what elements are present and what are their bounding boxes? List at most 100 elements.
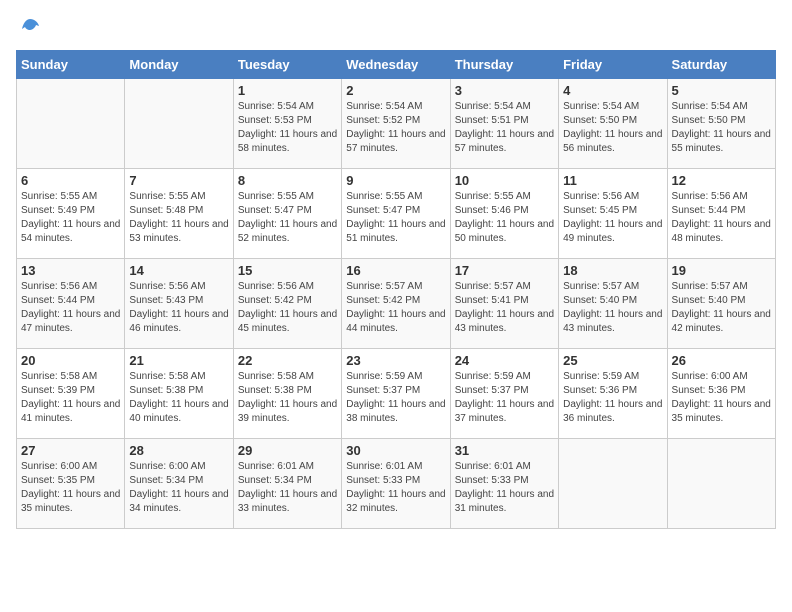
calendar-cell: 5 Sunrise: 5:54 AMSunset: 5:50 PMDaylight… bbox=[667, 79, 775, 169]
calendar-cell: 24 Sunrise: 5:59 AMSunset: 5:37 PMDayligh… bbox=[450, 349, 558, 439]
day-number: 17 bbox=[455, 263, 554, 278]
calendar-cell: 30 Sunrise: 6:01 AMSunset: 5:33 PMDayligh… bbox=[342, 439, 450, 529]
day-info: Sunrise: 5:59 AMSunset: 5:37 PMDaylight:… bbox=[346, 370, 445, 426]
day-info: Sunrise: 5:55 AMSunset: 5:47 PMDaylight:… bbox=[238, 190, 337, 246]
calendar-cell: 22Sunrise: 5:58 AMSunset: 5:38 PMDayligh… bbox=[233, 349, 341, 439]
day-number: 10 bbox=[455, 173, 554, 188]
day-number: 4 bbox=[563, 83, 662, 98]
calendar-cell: 13 Sunrise: 5:56 AMSunset: 5:44 PMDayligh… bbox=[17, 259, 125, 349]
day-number: 13 bbox=[21, 263, 120, 278]
day-info: Sunrise: 5:54 AMSunset: 5:52 PMDaylight:… bbox=[346, 100, 445, 156]
calendar-cell: 4 Sunrise: 5:54 AMSunset: 5:50 PMDaylight… bbox=[559, 79, 667, 169]
day-number: 21 bbox=[129, 353, 228, 368]
calendar-cell: 17 Sunrise: 5:57 AMSunset: 5:41 PMDayligh… bbox=[450, 259, 558, 349]
day-number: 11 bbox=[563, 173, 662, 188]
day-info: Sunrise: 5:54 AMSunset: 5:50 PMDaylight:… bbox=[563, 100, 662, 156]
calendar-table: SundayMondayTuesdayWednesdayThursdayFrid… bbox=[16, 50, 776, 529]
day-info: Sunrise: 5:54 AMSunset: 5:53 PMDaylight:… bbox=[238, 100, 337, 156]
day-number: 5 bbox=[672, 83, 771, 98]
day-number: 25 bbox=[563, 353, 662, 368]
header-day-friday: Friday bbox=[559, 51, 667, 79]
day-info: Sunrise: 5:54 AMSunset: 5:50 PMDaylight:… bbox=[672, 100, 771, 156]
calendar-week-2: 13 Sunrise: 5:56 AMSunset: 5:44 PMDayligh… bbox=[17, 259, 776, 349]
calendar-cell: 12 Sunrise: 5:56 AMSunset: 5:44 PMDayligh… bbox=[667, 169, 775, 259]
calendar-cell: 26 Sunrise: 6:00 AMSunset: 5:36 PMDayligh… bbox=[667, 349, 775, 439]
calendar-cell: 6Sunrise: 5:55 AMSunset: 5:49 PMDaylight… bbox=[17, 169, 125, 259]
day-number: 24 bbox=[455, 353, 554, 368]
logo-text bbox=[16, 16, 42, 40]
day-info: Sunrise: 6:00 AMSunset: 5:35 PMDaylight:… bbox=[21, 460, 120, 516]
day-info: Sunrise: 6:01 AMSunset: 5:33 PMDaylight:… bbox=[346, 460, 445, 516]
day-number: 27 bbox=[21, 443, 120, 458]
calendar-week-0: 1 Sunrise: 5:54 AMSunset: 5:53 PMDaylight… bbox=[17, 79, 776, 169]
day-number: 19 bbox=[672, 263, 771, 278]
day-number: 9 bbox=[346, 173, 445, 188]
day-info: Sunrise: 5:56 AMSunset: 5:44 PMDaylight:… bbox=[21, 280, 120, 336]
day-info: Sunrise: 5:54 AMSunset: 5:51 PMDaylight:… bbox=[455, 100, 554, 156]
calendar-cell: 10 Sunrise: 5:55 AMSunset: 5:46 PMDayligh… bbox=[450, 169, 558, 259]
day-number: 31 bbox=[455, 443, 554, 458]
day-info: Sunrise: 5:57 AMSunset: 5:41 PMDaylight:… bbox=[455, 280, 554, 336]
day-number: 16 bbox=[346, 263, 445, 278]
header-day-tuesday: Tuesday bbox=[233, 51, 341, 79]
calendar-cell: 7 Sunrise: 5:55 AMSunset: 5:48 PMDaylight… bbox=[125, 169, 233, 259]
day-info: Sunrise: 5:56 AMSunset: 5:45 PMDaylight:… bbox=[563, 190, 662, 246]
day-info: Sunrise: 5:55 AMSunset: 5:46 PMDaylight:… bbox=[455, 190, 554, 246]
calendar-cell: 20Sunrise: 5:58 AMSunset: 5:39 PMDayligh… bbox=[17, 349, 125, 439]
calendar-cell: 11 Sunrise: 5:56 AMSunset: 5:45 PMDayligh… bbox=[559, 169, 667, 259]
calendar-cell: 15Sunrise: 5:56 AMSunset: 5:42 PMDayligh… bbox=[233, 259, 341, 349]
day-info: Sunrise: 5:57 AMSunset: 5:40 PMDaylight:… bbox=[672, 280, 771, 336]
day-info: Sunrise: 5:56 AMSunset: 5:44 PMDaylight:… bbox=[672, 190, 771, 246]
calendar-cell: 8 Sunrise: 5:55 AMSunset: 5:47 PMDaylight… bbox=[233, 169, 341, 259]
header-day-thursday: Thursday bbox=[450, 51, 558, 79]
calendar-cell: 16 Sunrise: 5:57 AMSunset: 5:42 PMDayligh… bbox=[342, 259, 450, 349]
day-number: 29 bbox=[238, 443, 337, 458]
day-number: 26 bbox=[672, 353, 771, 368]
logo-bird-icon bbox=[18, 16, 42, 40]
calendar-cell: 1 Sunrise: 5:54 AMSunset: 5:53 PMDaylight… bbox=[233, 79, 341, 169]
day-number: 20 bbox=[21, 353, 120, 368]
calendar-week-1: 6Sunrise: 5:55 AMSunset: 5:49 PMDaylight… bbox=[17, 169, 776, 259]
calendar-cell: 14 Sunrise: 5:56 AMSunset: 5:43 PMDayligh… bbox=[125, 259, 233, 349]
calendar-cell: 3 Sunrise: 5:54 AMSunset: 5:51 PMDaylight… bbox=[450, 79, 558, 169]
calendar-cell bbox=[125, 79, 233, 169]
day-info: Sunrise: 5:56 AMSunset: 5:42 PMDaylight:… bbox=[238, 280, 337, 336]
calendar-cell: 18Sunrise: 5:57 AMSunset: 5:40 PMDayligh… bbox=[559, 259, 667, 349]
day-info: Sunrise: 6:00 AMSunset: 5:34 PMDaylight:… bbox=[129, 460, 228, 516]
calendar-body: 1 Sunrise: 5:54 AMSunset: 5:53 PMDaylight… bbox=[17, 79, 776, 529]
calendar-cell: 25Sunrise: 5:59 AMSunset: 5:36 PMDayligh… bbox=[559, 349, 667, 439]
calendar-cell bbox=[667, 439, 775, 529]
calendar-cell bbox=[559, 439, 667, 529]
day-info: Sunrise: 5:57 AMSunset: 5:42 PMDaylight:… bbox=[346, 280, 445, 336]
day-number: 8 bbox=[238, 173, 337, 188]
day-info: Sunrise: 5:58 AMSunset: 5:38 PMDaylight:… bbox=[238, 370, 337, 426]
day-info: Sunrise: 5:57 AMSunset: 5:40 PMDaylight:… bbox=[563, 280, 662, 336]
calendar-cell: 28 Sunrise: 6:00 AMSunset: 5:34 PMDayligh… bbox=[125, 439, 233, 529]
calendar-header-row: SundayMondayTuesdayWednesdayThursdayFrid… bbox=[17, 51, 776, 79]
day-number: 14 bbox=[129, 263, 228, 278]
calendar-cell: 23 Sunrise: 5:59 AMSunset: 5:37 PMDayligh… bbox=[342, 349, 450, 439]
calendar-cell: 19 Sunrise: 5:57 AMSunset: 5:40 PMDayligh… bbox=[667, 259, 775, 349]
day-info: Sunrise: 5:59 AMSunset: 5:37 PMDaylight:… bbox=[455, 370, 554, 426]
day-number: 12 bbox=[672, 173, 771, 188]
day-number: 3 bbox=[455, 83, 554, 98]
logo bbox=[16, 16, 42, 40]
day-info: Sunrise: 5:58 AMSunset: 5:38 PMDaylight:… bbox=[129, 370, 228, 426]
calendar-week-3: 20Sunrise: 5:58 AMSunset: 5:39 PMDayligh… bbox=[17, 349, 776, 439]
calendar-week-4: 27 Sunrise: 6:00 AMSunset: 5:35 PMDayligh… bbox=[17, 439, 776, 529]
day-number: 30 bbox=[346, 443, 445, 458]
day-number: 1 bbox=[238, 83, 337, 98]
calendar-cell: 2Sunrise: 5:54 AMSunset: 5:52 PMDaylight… bbox=[342, 79, 450, 169]
day-info: Sunrise: 5:55 AMSunset: 5:48 PMDaylight:… bbox=[129, 190, 228, 246]
day-info: Sunrise: 5:56 AMSunset: 5:43 PMDaylight:… bbox=[129, 280, 228, 336]
day-info: Sunrise: 6:00 AMSunset: 5:36 PMDaylight:… bbox=[672, 370, 771, 426]
day-number: 6 bbox=[21, 173, 120, 188]
header-day-saturday: Saturday bbox=[667, 51, 775, 79]
header-day-sunday: Sunday bbox=[17, 51, 125, 79]
calendar-cell: 21 Sunrise: 5:58 AMSunset: 5:38 PMDayligh… bbox=[125, 349, 233, 439]
day-number: 7 bbox=[129, 173, 228, 188]
day-number: 23 bbox=[346, 353, 445, 368]
day-number: 28 bbox=[129, 443, 228, 458]
page-header bbox=[16, 16, 776, 40]
calendar-cell bbox=[17, 79, 125, 169]
